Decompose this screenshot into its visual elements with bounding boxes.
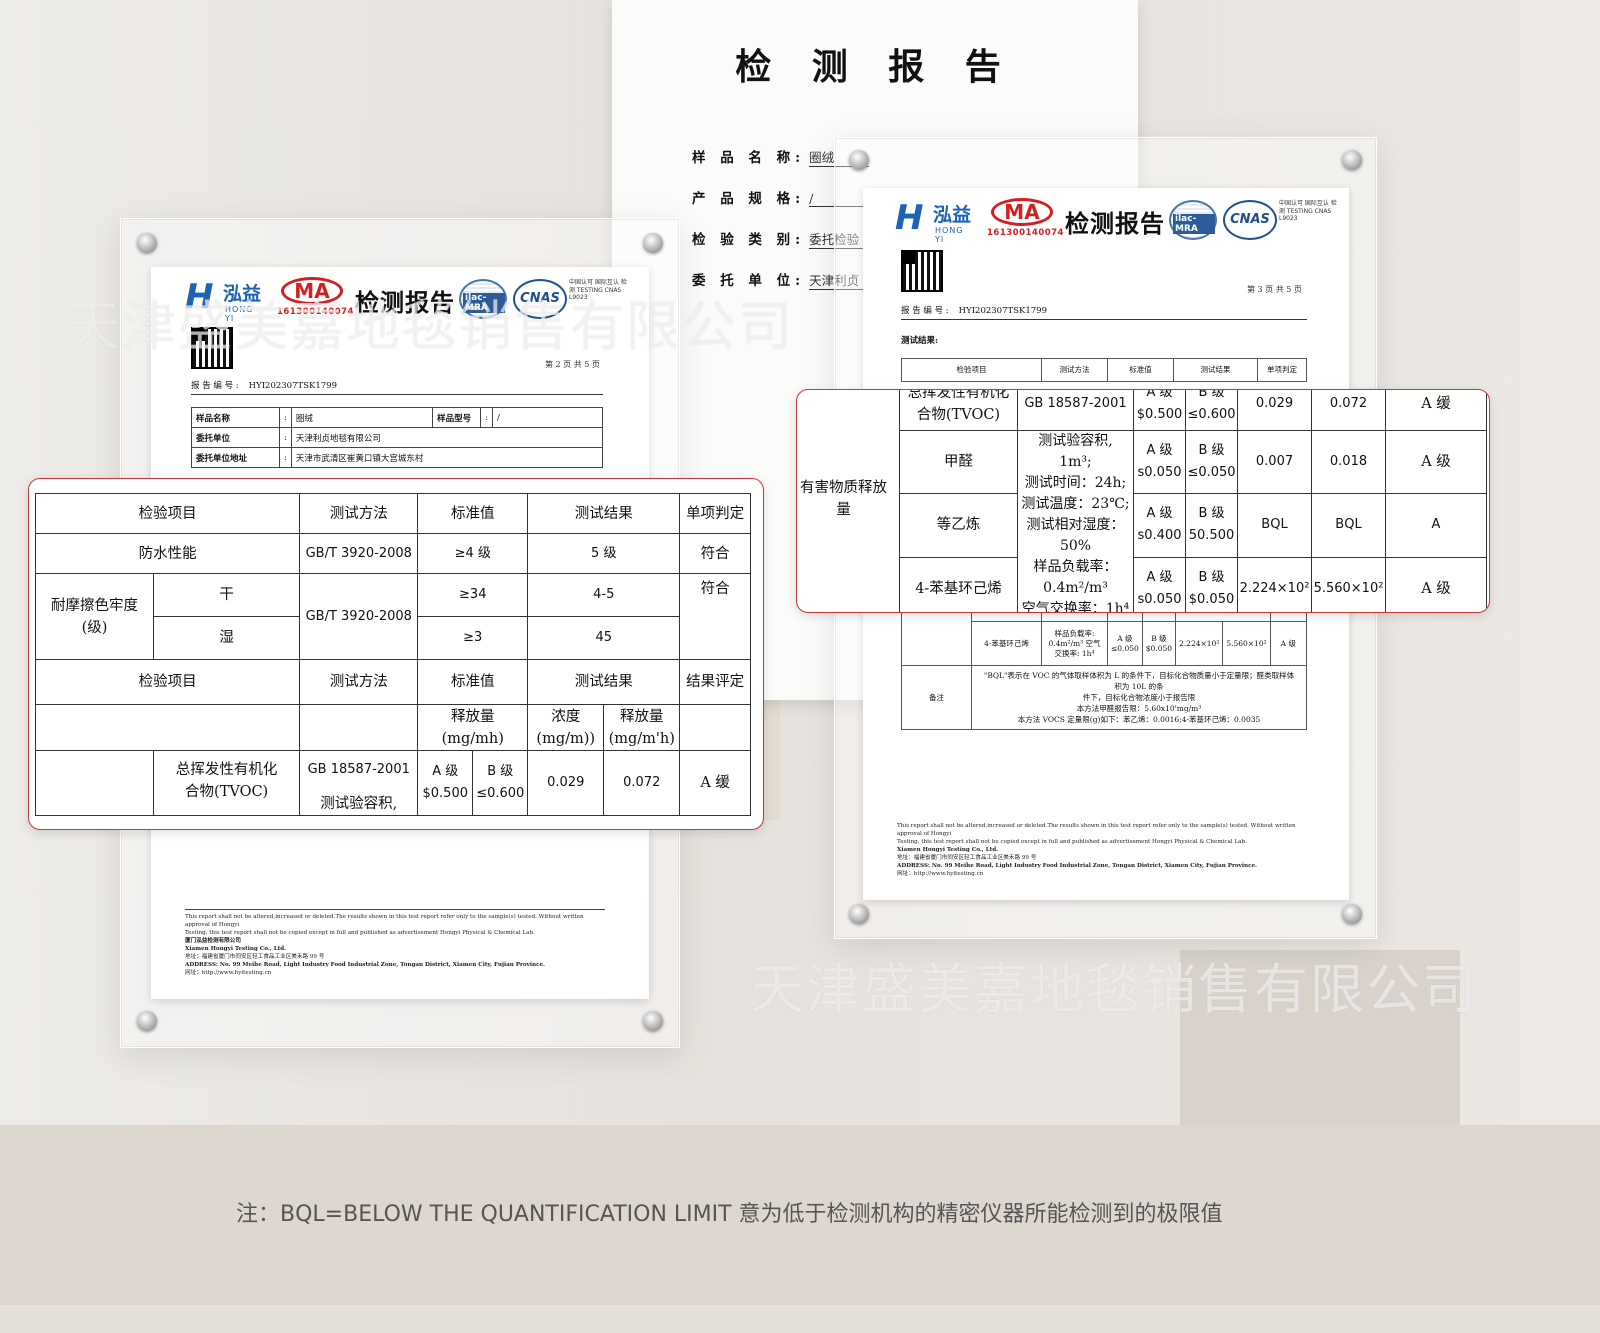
report-title: 检测报告 [1065,209,1165,238]
table-row: 甲醛 测试验容积, 1m³; 测试时间：24h; 测试温度：23℃; 测试相对湿… [797,429,1487,612]
table-row: 检验项目 测试方法 标准值 测试结果 结果评定 [34,659,751,705]
table-row: 委托单位: 天津利贞地毯有限公司 [191,427,604,448]
hongyi-logo: H 泓益 HONG YI [895,198,972,244]
table-row: 检验项目 测试方法 标准值 测试结果 单项判定 [34,493,751,534]
table-row: 防水性能 GB/T 3920-2008 ≥4 级 5 级 符合 [34,533,751,574]
table-row: 委托单位地址: 天津市武清区崔黄口镇大宫城东村 [191,447,604,468]
report-footer: This report shall not be altered,increas… [185,909,605,977]
report-number: 报 告 编 号 : HYI202307TSK1799 [901,304,1307,320]
bql-note: 注：BQL=BELOW THE QUANTIFICATION LIMIT 意为低… [236,1202,1223,1227]
ilac-mra-logo: ilac-MRA [1169,200,1217,240]
product-detail-image: 检 测 报 告 样 品 名 称: 圈绒 产 品 规 格: / 检 验 类 别: 委托检… [0,0,1600,1333]
table-row: 总挥发性有机化 合物(TVOC) GB 18587-2001 测试验容积, A … [35,750,751,816]
voc-emission-table: 有害物质释放 量 总挥发性有机化 合物(TVOC) GB 18587-2001 … [797,390,1487,612]
bolt-icon [1342,150,1362,170]
bolt-icon [849,150,869,170]
table-row: 有害物质释放 量 总挥发性有机化 合物(TVOC) GB 18587-2001 … [797,390,1487,612]
table-row: 备注 "BQL"表示在 VOC 的气体取样体积为 L 的条件下，目标化合物质量小… [901,665,1307,730]
results-table-lower: 苯乙烯 50% $0.400 $0.500 BQL A 4-苯基环己烯 样品负载… [901,598,1308,730]
bolt-icon [643,233,663,253]
results-table-header: 检验项目 测试方法 标准值 测试结果 单项判定 [901,358,1307,382]
qr-code-icon [901,250,943,292]
table-row: 耐摩擦色牢度 (级) 干 GB/T 3920-2008 ≥34 4-5 符合 [35,573,751,660]
bolt-icon [849,904,869,924]
zoom-callout-right: 有害物质释放 量 总挥发性有机化 合物(TVOC) GB 18587-2001 … [796,389,1490,613]
bolt-icon [1342,904,1362,924]
report-header: H 泓益 HONG YI MA 161300140074 检测报告 ilac-M… [895,198,1337,248]
zoom-callout-left: 检验项目 测试方法 标准值 测试结果 单项判定 防水性能 GB/T 3920-2… [28,478,764,830]
page-number: 第 3 页 共 5 页 [1247,285,1302,294]
sample-info-table: 样品名称: 圈绒 样品型号: / 委托单位: 天津利贞地毯有限公司 委托单位地址: 天津市… [191,407,604,468]
table-row: 释放量 (mg/mh) 浓度 (mg/m)) 释放量 (mg/m'h) [34,704,751,751]
table-row: 等乙炼 A 级 s0.400 B 级 50.500 BQL BQL A [797,493,1487,558]
report-footer: This report shall not be altered,increas… [897,823,1296,877]
bolt-icon [137,233,157,253]
cnas-logo: CNAS [1223,200,1277,240]
report-number: 报 告 编 号 : HYI202307TSK1799 [191,379,603,395]
bolt-icon [643,1011,663,1031]
test-result-label: 测试结果: [901,336,939,346]
watermark: 天津盛美嘉地毯销售有限公司 [750,958,1478,1021]
background-floor-edge [0,1305,1600,1333]
cnas-caption: 中国认可 国际互认 检测 TESTING CNAS L9023 [1279,200,1337,222]
background-floor [0,1125,1600,1333]
report-cover-title: 检 测 报 告 [735,46,1015,88]
durability-results-table: 检验项目 测试方法 标准值 测试结果 单项判定 防水性能 GB/T 3920-2… [34,493,751,816]
table-row: 4-苯基环己烯 A 级 s0.050 B 级 $0.050 2.224×10² … [797,556,1487,612]
table-row: 检验项目 测试方法 标准值 测试结果 单项判定 [901,358,1307,382]
watermark: 天津盛美嘉地毯销售有限公司 [66,295,794,358]
cma-logo: MA 161300140074 [987,198,1064,238]
table-row: 样品名称: 圈绒 样品型号: / [191,407,603,428]
bolt-icon [137,1011,157,1031]
